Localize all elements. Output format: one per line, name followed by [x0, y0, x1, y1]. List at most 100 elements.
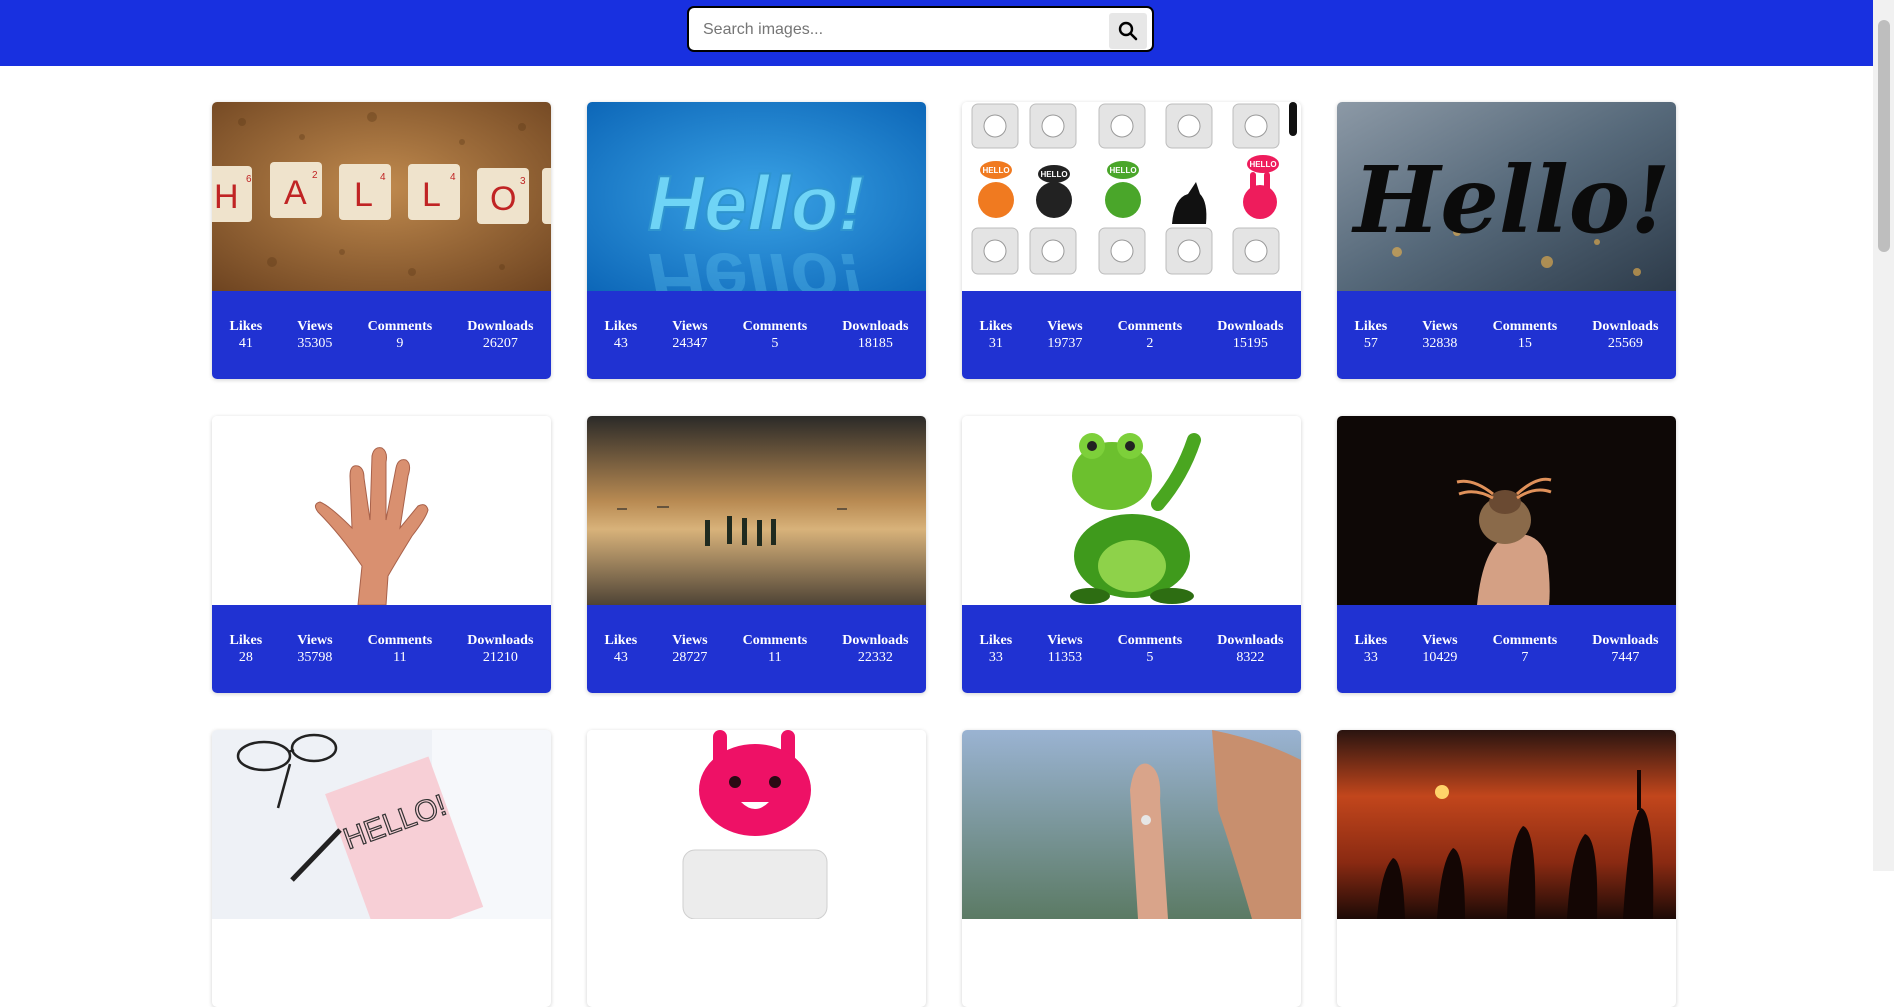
views-stat: Views 35798	[297, 632, 332, 666]
views-label: Views	[1047, 319, 1083, 334]
image-card[interactable]: Likes 33 Views 10429 Comments 7 Downloads 74…	[1337, 416, 1676, 693]
likes-count: 57	[1363, 336, 1378, 351]
image-thumbnail-waving-hand[interactable]	[212, 416, 551, 605]
image-card[interactable]: Likes 28 Views 35798 Comments 11 Downloads 2…	[212, 416, 551, 693]
svg-text:O: O	[490, 180, 516, 218]
views-label: Views	[672, 633, 708, 648]
downloads-stat: Downloads 8322	[1217, 632, 1283, 666]
comments-stat: Comments 5	[1118, 632, 1183, 666]
downloads-label: Downloads	[467, 633, 534, 648]
comments-stat: Comments 15	[1493, 318, 1558, 352]
image-card[interactable]: HELLO!	[212, 730, 551, 1007]
likes-stat: Likes 43	[605, 632, 638, 666]
likes-count: 33	[988, 650, 1003, 665]
views-count: 24347	[672, 336, 708, 351]
search-input[interactable]	[697, 15, 1117, 45]
views-count: 28727	[672, 650, 708, 665]
image-thumbnail-rain-glass-hello[interactable]: Hello!	[1337, 102, 1676, 291]
image-thumbnail-scrabble-hallo[interactable]: H A L L O 6 2 4 4 3	[212, 102, 551, 291]
downloads-label: Downloads	[1592, 633, 1659, 648]
downloads-count: 25569	[1607, 336, 1643, 351]
downloads-stat: Downloads 25569	[1592, 318, 1658, 352]
vertical-scrollbar[interactable]	[1873, 0, 1894, 871]
comments-count: 11	[393, 650, 407, 665]
comments-label: Comments	[1492, 633, 1558, 648]
image-thumbnail-socket-animals[interactable]: HELLO HELLO HELLO HELLO	[962, 102, 1301, 291]
likes-label: Likes	[229, 633, 263, 648]
views-count: 32838	[1422, 336, 1458, 351]
views-stat: Views 11353	[1047, 632, 1082, 666]
comments-stat: Comments 5	[743, 318, 808, 352]
search-icon	[1118, 21, 1138, 41]
likes-stat: Likes 31	[980, 318, 1013, 352]
downloads-count: 8322	[1236, 650, 1265, 665]
image-card[interactable]	[587, 730, 926, 1007]
likes-count: 33	[1363, 650, 1378, 665]
image-card[interactable]: HELLO HELLO HELLO HELLO Likes 31 Views 197…	[962, 102, 1301, 379]
downloads-count: 26207	[482, 336, 518, 351]
image-card[interactable]: Likes 33 Views 11353 Comments 5 Downloads 83…	[962, 416, 1301, 693]
comments-count: 9	[396, 336, 404, 351]
comments-stat: Comments 11	[368, 632, 433, 666]
image-thumbnail-green-frog[interactable]	[962, 416, 1301, 605]
comments-stat: Comments 7	[1493, 632, 1558, 666]
image-card[interactable]	[962, 730, 1301, 1007]
views-label: Views	[297, 633, 333, 648]
views-stat: Views 19737	[1047, 318, 1082, 352]
image-thumbnail-glasses-pink-card[interactable]: HELLO!	[212, 730, 551, 919]
downloads-label: Downloads	[842, 633, 909, 648]
downloads-count: 15195	[1232, 336, 1268, 351]
comments-label: Comments	[742, 319, 808, 334]
image-thumbnail-praying-hands[interactable]	[962, 730, 1301, 919]
svg-text:L: L	[422, 176, 441, 214]
rain-glass-text: Hello!	[1350, 146, 1670, 254]
comments-label: Comments	[1117, 319, 1183, 334]
downloads-count: 22332	[857, 650, 893, 665]
image-card[interactable]: Hello! Hello! Likes 43 Views 24347 Comment…	[587, 102, 926, 379]
top-header-bar	[0, 0, 1873, 66]
likes-stat: Likes 57	[1355, 318, 1388, 352]
likes-count: 28	[238, 650, 253, 665]
downloads-stat: Downloads 7447	[1592, 632, 1658, 666]
image-thumbnail-pink-bunny[interactable]	[587, 730, 926, 919]
hello-bubble-text: HELLO	[1109, 166, 1136, 175]
hello-bubble-text: HELLO	[982, 166, 1009, 175]
image-stats: Likes 57 Views 32838 Comments 15 Downloads 2…	[1337, 291, 1676, 379]
comments-stat: Comments 9	[368, 318, 433, 352]
svg-text:L: L	[354, 176, 373, 214]
hello-bubble-text: HELLO	[1040, 170, 1067, 179]
svg-text:2: 2	[312, 170, 318, 181]
likes-label: Likes	[604, 633, 638, 648]
downloads-label: Downloads	[467, 319, 534, 334]
comments-count: 2	[1146, 336, 1154, 351]
views-count: 35305	[297, 336, 333, 351]
svg-text:A: A	[284, 174, 307, 212]
image-thumbnail-hikers-sunset[interactable]	[1337, 730, 1676, 919]
image-thumbnail-blue-hello[interactable]: Hello! Hello!	[587, 102, 926, 291]
downloads-label: Downloads	[842, 319, 909, 334]
image-thumbnail-beetle-on-finger[interactable]	[1337, 416, 1676, 605]
comments-stat: Comments 2	[1118, 318, 1183, 352]
comments-label: Comments	[1492, 319, 1558, 334]
likes-count: 41	[238, 336, 253, 351]
image-card[interactable]: Likes 43 Views 28727 Comments 11 Downloads 2…	[587, 416, 926, 693]
likes-count: 43	[613, 650, 628, 665]
likes-stat: Likes 33	[1355, 632, 1388, 666]
views-label: Views	[672, 319, 708, 334]
image-thumbnail-beach-sunset[interactable]	[587, 416, 926, 605]
svg-text:4: 4	[450, 172, 456, 183]
image-stats: Likes 28 Views 35798 Comments 11 Downloads 2…	[212, 605, 551, 693]
views-count: 35798	[297, 650, 333, 665]
image-card[interactable]	[1337, 730, 1676, 1007]
scrollbar-thumb[interactable]	[1878, 20, 1890, 252]
views-stat: Views 35305	[297, 318, 332, 352]
svg-text:6: 6	[246, 174, 252, 185]
views-label: Views	[1047, 633, 1083, 648]
image-stats: Likes 43 Views 24347 Comments 5 Downloads 18…	[587, 291, 926, 379]
downloads-stat: Downloads 26207	[467, 318, 533, 352]
comments-count: 15	[1517, 336, 1532, 351]
image-card[interactable]: Hello! Likes 57 Views 32838 Comments 15 Dow…	[1337, 102, 1676, 379]
image-card[interactable]: H A L L O 6 2 4 4 3 Likes 41 Views 35305 Commen…	[212, 102, 551, 379]
downloads-stat: Downloads 22332	[842, 632, 908, 666]
search-button[interactable]	[1109, 13, 1147, 49]
